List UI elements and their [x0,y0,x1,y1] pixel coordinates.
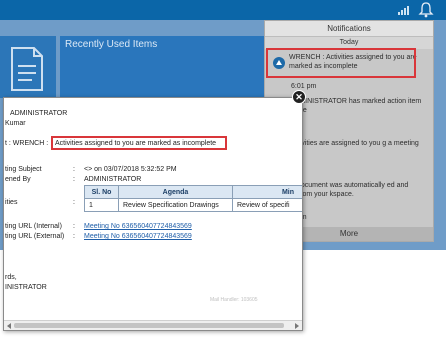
notifications-header: Notifications [265,21,433,37]
signal-icon [398,5,410,15]
separator: : [73,166,75,173]
separator: : [73,233,75,240]
top-app-bar [0,0,446,20]
url-external-link[interactable]: Meeting No 636560407724843569 [84,233,192,240]
scrollbar-thumb[interactable] [14,323,284,328]
table-cell: 1 [84,198,119,212]
column-header: Sl. No [84,185,119,199]
bell-icon[interactable] [418,1,434,19]
url-internal-label: ting URL (Internal) [5,223,62,230]
documents-tile[interactable] [0,36,56,98]
table-cell: Review of specifi [232,198,302,212]
separator: : [73,223,75,230]
scroll-right-icon[interactable] [295,323,299,329]
sender-name: ADMINISTRATOR [10,110,68,117]
document-icon [11,47,43,91]
email-preview-modal: ADMINISTRATOR Kumar t : WRENCH : Activit… [3,97,303,331]
horizontal-scrollbar[interactable] [4,320,302,330]
url-internal-link[interactable]: Meeting No 636560407724843569 [84,223,192,230]
column-header: Min [232,185,302,199]
regards-text: rds, [5,274,17,281]
close-modal-button[interactable]: ✕ [292,90,306,104]
subject-prefix: t : WRENCH : [5,140,49,147]
notification-time: 6:01 pm [291,83,317,90]
close-icon: ✕ [295,92,303,102]
column-header: Agenda [118,185,233,199]
opened-by-value: ADMINISTRATOR [84,176,142,183]
separator: : [73,176,75,183]
url-external-label: ting URL (External) [5,233,65,240]
mail-handler-footer: Mail Handler: 103605 [210,297,258,303]
activities-label: ities [5,199,18,206]
meeting-subject-value: <> on 03/07/2018 5:32:52 PM [84,166,177,173]
table-cell: Review Specification Drawings [118,198,233,212]
table-row: 1 Review Specification Drawings Review o… [84,198,302,212]
subject-highlight-box [51,136,227,150]
signature-text: INISTRATOR [5,284,47,291]
notification-highlight-box [266,48,416,78]
recently-used-title: Recently Used Items [65,39,158,50]
opened-by-label: ened By [5,176,31,183]
agenda-table: Sl. No Agenda Min 1 Review Specification… [84,185,302,212]
meeting-subject-label: ting Subject [5,166,42,173]
scroll-left-icon[interactable] [7,323,11,329]
separator: : [73,199,75,206]
recipient-name: Kumar [5,120,26,127]
